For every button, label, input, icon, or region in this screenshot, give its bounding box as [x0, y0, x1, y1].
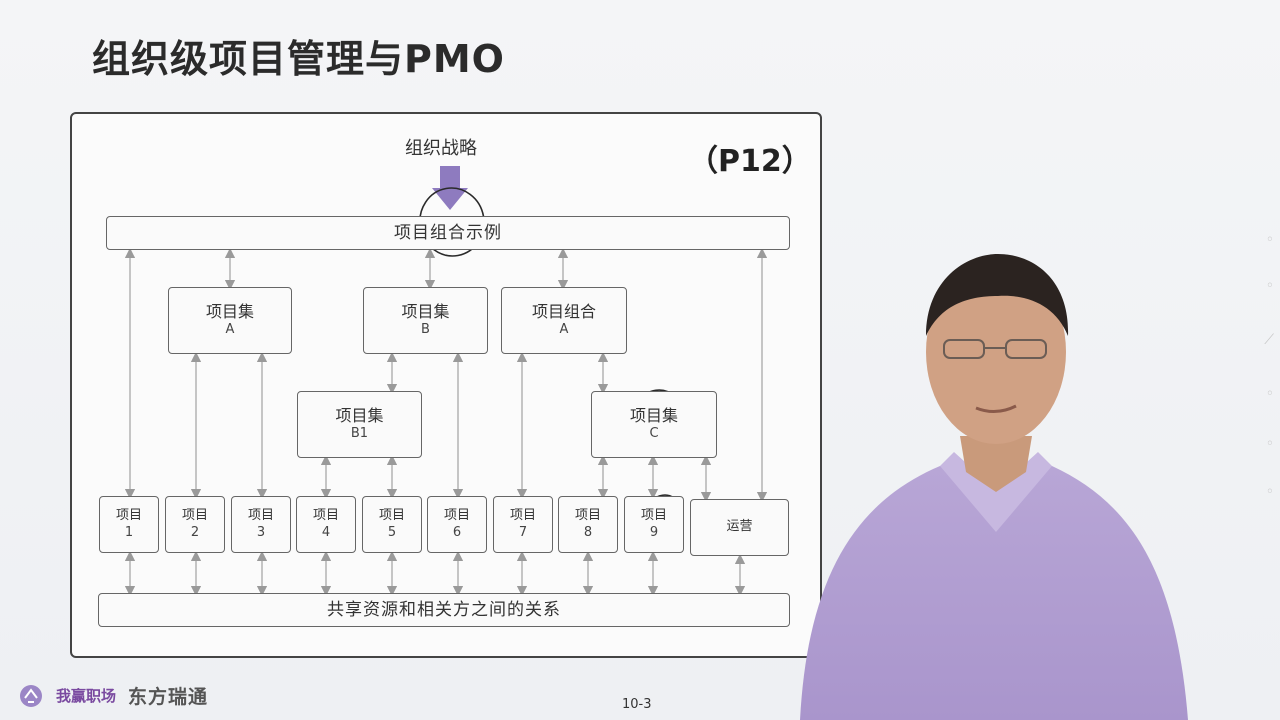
- presenter-figure: [800, 254, 1188, 720]
- brand-secondary: 东方瑞通: [128, 686, 209, 708]
- box-subtitle: A: [559, 322, 569, 338]
- project-label: 项目: [443, 507, 470, 523]
- box-subtitle: C: [649, 426, 659, 442]
- project-label: 项目: [312, 507, 339, 523]
- brand-primary: 我赢职场: [56, 687, 117, 705]
- program-b-box: 项目集 B: [363, 287, 488, 354]
- box-title: 项目集: [335, 405, 384, 425]
- project-label: 项目: [640, 507, 667, 523]
- project-number: 3: [256, 524, 266, 540]
- project-number: 4: [321, 524, 331, 540]
- shared-resources-label: 共享资源和相关方之间的关系: [327, 599, 561, 620]
- portfolio-bar: 项目组合示例: [106, 216, 790, 250]
- project-number: 2: [190, 524, 200, 540]
- project-box: 项目 5: [362, 496, 422, 553]
- side-dot-icon: ◦: [1265, 232, 1274, 248]
- project-number: 9: [649, 524, 659, 540]
- project-box: 项目 6: [427, 496, 487, 553]
- box-subtitle: B: [421, 322, 430, 338]
- box-title: 项目集: [205, 301, 254, 321]
- project-label: 项目: [574, 507, 601, 523]
- box-subtitle: B1: [350, 426, 369, 442]
- project-label: 项目: [378, 507, 405, 523]
- project-number: 1: [124, 524, 134, 540]
- side-chevron-icon: ⟋: [1264, 332, 1274, 348]
- program-b1-box: 项目集 B1: [297, 391, 422, 458]
- operations-label: 运营: [726, 519, 753, 535]
- project-box: 项目 2: [165, 496, 225, 553]
- box-title: 项目集: [629, 405, 678, 425]
- side-dot-icon: ◦: [1265, 386, 1274, 402]
- page-number: 10-3: [622, 697, 652, 712]
- brand-logo-icon: [20, 684, 42, 707]
- footer-brand: 我赢职场 东方瑞通: [18, 682, 208, 709]
- project-label: 项目: [509, 507, 536, 523]
- box-subtitle: A: [225, 322, 235, 338]
- shared-resources-bar: 共享资源和相关方之间的关系: [98, 593, 790, 627]
- project-box: 项目 9: [624, 496, 684, 553]
- project-box: 项目 8: [558, 496, 618, 553]
- program-c-box: 项目集 C: [591, 391, 717, 458]
- project-label: 项目: [181, 507, 208, 523]
- portfolio-a-box: 项目组合 A: [501, 287, 627, 354]
- project-label: 项目: [115, 507, 142, 523]
- operations-box: 运营: [690, 499, 789, 556]
- project-number: 8: [583, 524, 593, 540]
- side-dot-icon: ◦: [1265, 484, 1274, 500]
- project-number: 5: [387, 524, 397, 540]
- side-dot-icon: ◦: [1265, 278, 1274, 294]
- project-box: 项目 4: [296, 496, 356, 553]
- program-a-box: 项目集 A: [168, 287, 292, 354]
- project-box: 项目 1: [99, 496, 159, 553]
- side-dot-icon: ◦: [1265, 436, 1274, 452]
- portfolio-label: 项目组合示例: [394, 222, 502, 243]
- project-number: 6: [452, 524, 462, 540]
- project-number: 7: [518, 524, 528, 540]
- box-title: 项目组合: [531, 301, 596, 321]
- box-title: 项目集: [401, 301, 450, 321]
- project-label: 项目: [247, 507, 274, 523]
- project-box: 项目 7: [493, 496, 553, 553]
- project-box: 项目 3: [231, 496, 291, 553]
